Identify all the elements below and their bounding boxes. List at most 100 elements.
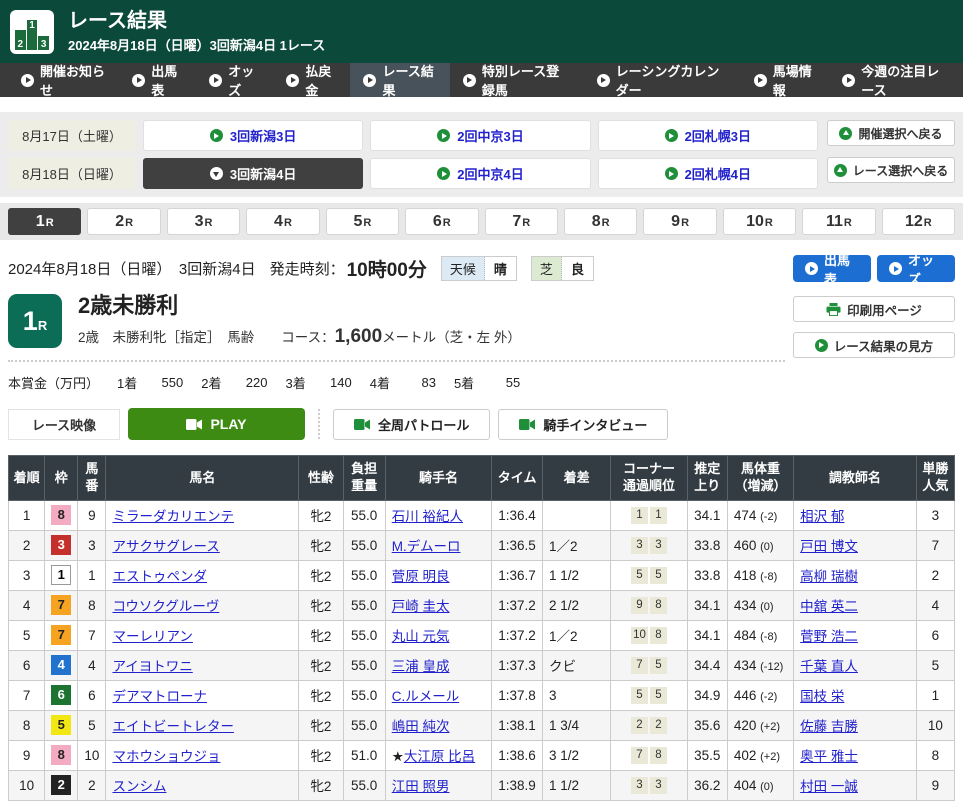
nav-item[interactable]: 出馬表 bbox=[119, 63, 196, 97]
frame-cell: 7 bbox=[45, 590, 78, 620]
meeting-button[interactable]: 2回札幌4日 bbox=[598, 158, 818, 189]
nav-item[interactable]: 開催お知らせ bbox=[8, 63, 119, 97]
horse-name-link[interactable]: エストゥペンダ bbox=[112, 569, 207, 584]
corner-position: 3 bbox=[631, 777, 648, 794]
horse-name-link[interactable]: アイヨトワニ bbox=[112, 659, 192, 674]
horse-name-link[interactable]: コウソクグルーヴ bbox=[112, 599, 219, 614]
meeting-button[interactable]: 2回札幌3日 bbox=[598, 120, 818, 151]
horse-number: 2 bbox=[78, 770, 106, 800]
meeting-button[interactable]: 3回新潟3日 bbox=[143, 120, 363, 151]
nav-item[interactable]: レーシングカレンダー bbox=[584, 63, 741, 97]
nav-item[interactable]: オッズ bbox=[196, 63, 273, 97]
prize-amount: 83 bbox=[390, 375, 436, 390]
results-table: 着順枠馬 番馬名性齢負担 重量騎手名タイム着差コーナー 通過順位推定 上り馬体重… bbox=[8, 455, 955, 801]
margin: 3 bbox=[543, 680, 611, 710]
back-button[interactable]: レース選択へ戻る bbox=[827, 157, 955, 183]
horse-name-link[interactable]: デアマトローナ bbox=[112, 689, 207, 704]
horse-name-cell: アイヨトワニ bbox=[106, 650, 299, 680]
race-tab[interactable]: 10R bbox=[723, 208, 796, 235]
race-number-suffix: R bbox=[38, 318, 47, 333]
jockey-link[interactable]: 三浦 皇成 bbox=[392, 659, 450, 674]
meeting-button[interactable]: 2回中京4日 bbox=[370, 158, 590, 189]
table-row: 7 6 6 デアマトローナ 牝2 55.0 C.ルメール 1:37.8 3 55… bbox=[9, 680, 955, 710]
horse-name-link[interactable]: マホウショウジョ bbox=[112, 749, 220, 764]
race-tab[interactable]: 8R bbox=[564, 208, 637, 235]
last-3f-time: 34.1 bbox=[687, 590, 727, 620]
trainer-link[interactable]: 高柳 瑞樹 bbox=[800, 569, 858, 584]
back-button[interactable]: 開催選択へ戻る bbox=[827, 120, 955, 146]
trainer-link[interactable]: 奥平 雅士 bbox=[800, 749, 858, 764]
jockey-link[interactable]: 江田 照男 bbox=[392, 779, 450, 794]
race-tab[interactable]: 4R bbox=[246, 208, 319, 235]
nav-item[interactable]: 特別レース登録馬 bbox=[450, 63, 584, 97]
table-row: 3 1 1 エストゥペンダ 牝2 55.0 菅原 明良 1:36.7 1 1/2… bbox=[9, 560, 955, 590]
time: 1:36.4 bbox=[492, 500, 543, 530]
horse-name-link[interactable]: アサクサグレース bbox=[112, 539, 219, 554]
race-tab[interactable]: 3R bbox=[167, 208, 240, 235]
nav-item[interactable]: 今週の注目レース bbox=[829, 63, 963, 97]
meeting-button[interactable]: 2回中京3日 bbox=[370, 120, 590, 151]
jockey-link[interactable]: 大江原 比呂 bbox=[404, 749, 475, 764]
sex-age: 牝2 bbox=[299, 770, 343, 800]
nav-item[interactable]: 馬場情報 bbox=[741, 63, 830, 97]
trainer-link[interactable]: 国枝 栄 bbox=[800, 689, 844, 704]
race-tab[interactable]: 2R bbox=[87, 208, 160, 235]
trainer-link[interactable]: 戸田 博文 bbox=[800, 539, 858, 554]
arrow-circle-icon bbox=[815, 339, 828, 352]
margin: 3 1/2 bbox=[543, 740, 611, 770]
race-tab[interactable]: 12R bbox=[882, 208, 955, 235]
frame-cell: 6 bbox=[45, 680, 78, 710]
frame-cell: 5 bbox=[45, 710, 78, 740]
jockey-link[interactable]: 戸崎 圭太 bbox=[392, 599, 450, 614]
win-popularity: 6 bbox=[916, 620, 954, 650]
race-video-label: レース映像 bbox=[8, 409, 120, 440]
trainer-link[interactable]: 村田 一誠 bbox=[800, 779, 858, 794]
jockey-link[interactable]: M.デムーロ bbox=[392, 539, 461, 554]
horse-name-link[interactable]: ミラーダカリエンテ bbox=[112, 509, 234, 524]
trainer-link[interactable]: 相沢 郁 bbox=[800, 509, 844, 524]
trainer-link[interactable]: 佐藤 吉勝 bbox=[800, 719, 858, 734]
race-tab[interactable]: 1R bbox=[8, 208, 81, 235]
meeting-button[interactable]: 3回新潟4日 bbox=[143, 158, 363, 189]
race-tab[interactable]: 11R bbox=[802, 208, 875, 235]
odds-button[interactable]: オッズ bbox=[877, 255, 955, 282]
date-label: 8月17日（土曜） bbox=[8, 120, 136, 151]
margin: 1／2 bbox=[543, 620, 611, 650]
prize-place: 1着 bbox=[117, 373, 137, 392]
horse-name-link[interactable]: マーレリアン bbox=[112, 629, 192, 644]
trainer-link[interactable]: 菅野 浩二 bbox=[800, 629, 858, 644]
corner-position: 1 bbox=[631, 507, 648, 524]
nav-item-label: 出馬表 bbox=[151, 61, 183, 99]
jockey-link[interactable]: 嶋田 純次 bbox=[392, 719, 450, 734]
jra-podium-logo: 2 1 3 bbox=[10, 10, 54, 54]
race-tab[interactable]: 6R bbox=[405, 208, 478, 235]
column-header: 着差 bbox=[543, 456, 611, 501]
nav-item[interactable]: レース結果 bbox=[350, 63, 449, 97]
jockey-link[interactable]: 菅原 明良 bbox=[392, 569, 450, 584]
trainer-link[interactable]: 中舘 英二 bbox=[800, 599, 858, 614]
corner-position: 8 bbox=[650, 627, 667, 644]
print-page-button[interactable]: 印刷用ページ bbox=[793, 296, 955, 322]
horse-name-link[interactable]: エイトビートレター bbox=[112, 719, 234, 734]
jockey-link[interactable]: C.ルメール bbox=[392, 689, 460, 704]
horse-weight: 418 (-8) bbox=[727, 560, 793, 590]
horse-weight: 460 (0) bbox=[727, 530, 793, 560]
corner-position: 2 bbox=[631, 717, 648, 734]
race-tab[interactable]: 5R bbox=[326, 208, 399, 235]
play-button[interactable]: PLAY bbox=[128, 408, 305, 440]
jockey-link[interactable]: 石川 裕紀人 bbox=[392, 509, 463, 524]
carried-weight: 55.0 bbox=[343, 590, 385, 620]
patrol-video-button[interactable]: 全周パトロール bbox=[333, 409, 490, 440]
printer-icon bbox=[826, 303, 841, 316]
frame-badge: 7 bbox=[51, 595, 71, 615]
jockey-link[interactable]: 丸山 元気 bbox=[392, 629, 450, 644]
horse-number: 4 bbox=[78, 650, 106, 680]
nav-item[interactable]: 払戻金 bbox=[273, 63, 350, 97]
race-tab[interactable]: 7R bbox=[485, 208, 558, 235]
trainer-link[interactable]: 千葉 直人 bbox=[800, 659, 858, 674]
horse-name-link[interactable]: スンシム bbox=[112, 779, 166, 794]
race-tab[interactable]: 9R bbox=[643, 208, 716, 235]
jockey-interview-button[interactable]: 騎手インタビュー bbox=[498, 409, 668, 440]
howto-read-button[interactable]: レース結果の見方 bbox=[793, 332, 955, 358]
shutsuba-button[interactable]: 出馬表 bbox=[793, 255, 871, 282]
